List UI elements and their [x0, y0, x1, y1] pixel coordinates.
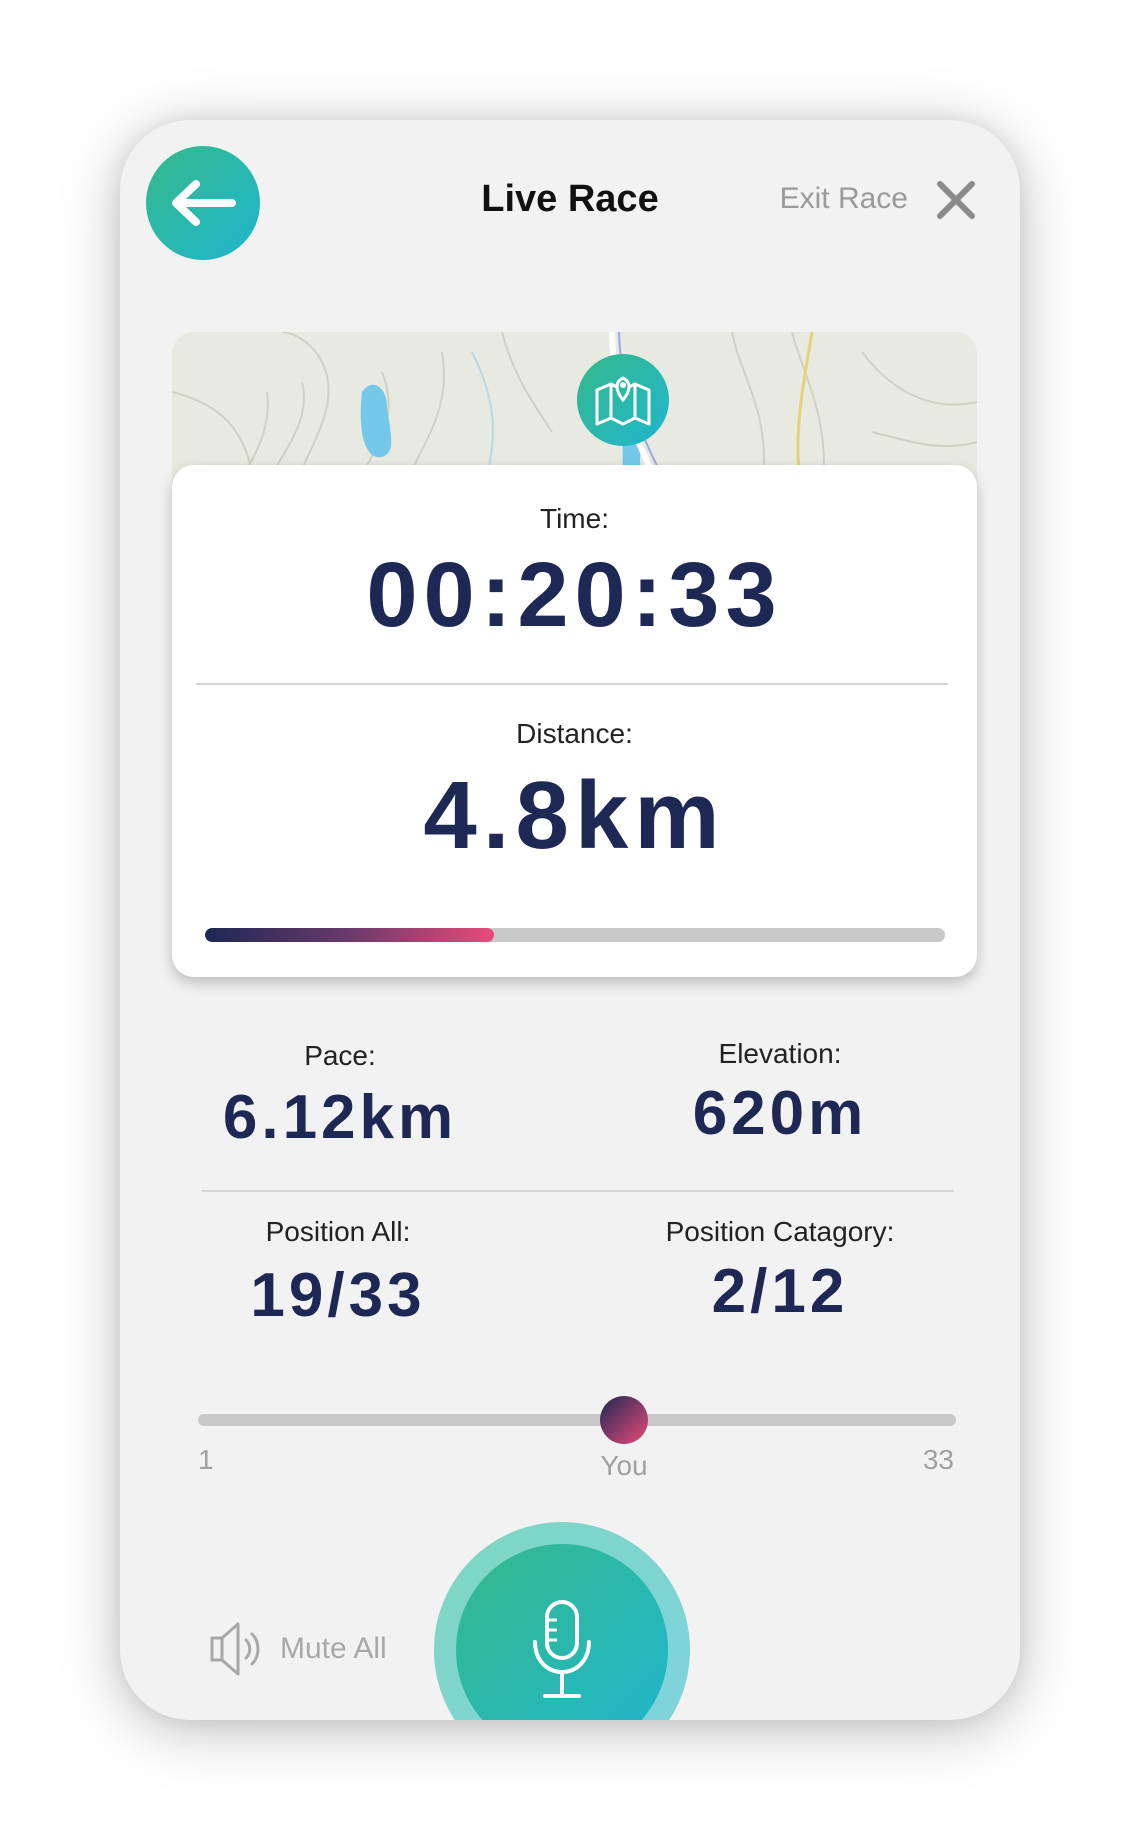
map-button[interactable] [577, 354, 669, 446]
distance-progress-fill [205, 928, 494, 942]
time-label: Time: [540, 503, 609, 534]
exit-race-link[interactable]: Exit Race [780, 182, 908, 216]
close-icon [937, 181, 975, 219]
stats-divider [202, 1190, 954, 1192]
pace-label: Pace: [304, 1040, 376, 1071]
time-value: 00:20:33 [366, 544, 783, 646]
elevation-label: Elevation: [718, 1038, 842, 1069]
distance-label: Distance: [516, 718, 633, 749]
microphone-button-halo [434, 1522, 690, 1720]
microphone-icon [533, 1600, 591, 1698]
card-divider [196, 683, 948, 685]
position-min-label: 1 [198, 1444, 214, 1475]
race-summary-card: Time: 00:20:33 Distance: 4.8km [172, 465, 977, 977]
distance-progress-bar [205, 928, 945, 942]
microphone-button[interactable] [456, 1544, 668, 1720]
distance-value: 4.8km [423, 762, 726, 869]
position-slider[interactable] [198, 1396, 956, 1444]
position-category-value: 2/12 [711, 1257, 849, 1326]
position-you-label: You [600, 1450, 648, 1481]
position-all-value: 19/33 [250, 1261, 426, 1330]
map-pin-icon [595, 376, 651, 426]
pace-value: 6.12km [222, 1083, 458, 1152]
position-max-label: 33 [922, 1444, 954, 1475]
app-screen: Live Race Exit Race Time: 00:20:33 Dista… [120, 120, 1020, 1720]
mute-all-button[interactable]: Mute All [208, 1620, 387, 1678]
position-category-label: Position Catagory: [665, 1216, 895, 1247]
mute-all-label: Mute All [280, 1632, 387, 1665]
elevation-value: 620m [692, 1079, 868, 1148]
close-button[interactable] [934, 178, 978, 222]
position-slider-thumb[interactable] [600, 1396, 649, 1444]
position-all-label: Position All: [265, 1216, 411, 1247]
speaker-icon [210, 1622, 260, 1676]
